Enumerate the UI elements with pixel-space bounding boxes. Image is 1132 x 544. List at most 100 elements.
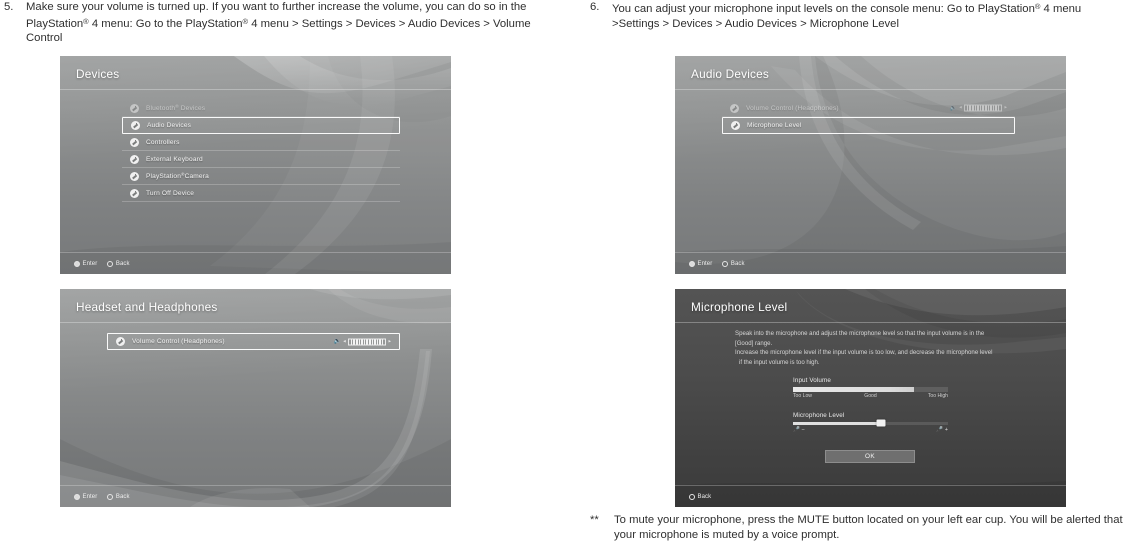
step-number: 5. [4, 1, 14, 13]
input-volume-scale: Too Low Good Too High [793, 393, 948, 401]
screen-footer-hints: Enter Back [675, 252, 1066, 274]
footer-hint-label: Enter [697, 260, 713, 267]
footer-hint-enter[interactable]: Enter [74, 493, 98, 500]
scale-label-too-low: Too Low [793, 392, 812, 399]
menu-item-volume-control-headphones[interactable]: Volume Control (Headphones) 🔈 ◂ ▸ [722, 100, 1015, 117]
chevron-left-icon[interactable]: ◂ [343, 339, 346, 344]
settings-circle-icon [731, 121, 740, 130]
menu-item-label: Audio Devices [147, 122, 192, 129]
slider-handle[interactable] [876, 419, 886, 427]
footer-hint-label: Enter [82, 493, 98, 500]
settings-circle-icon [130, 137, 139, 147]
volume-stepper[interactable]: 🔈 ◂ ▸ [334, 338, 391, 345]
footer-hint-enter[interactable]: Enter [689, 260, 713, 267]
footnote-text: To mute your microphone, press the MUTE … [614, 514, 1123, 541]
button-glyph-icon [74, 260, 80, 267]
microphone-level-description: Speak into the microphone and adjust the… [735, 329, 1035, 367]
devices-menu-list: Bluetooth® Devices Audio Devices Control… [122, 100, 400, 202]
speaker-icon: 🔈 [949, 105, 958, 111]
microphone-level-label: Microphone Level [793, 412, 845, 419]
input-volume-label: Input Volume [793, 377, 831, 384]
input-volume-track [793, 386, 948, 392]
slider-progress [793, 421, 882, 425]
scale-label-good: Good [864, 392, 877, 399]
microphone-level-slider[interactable] [793, 419, 948, 427]
menu-item-label: Controllers [146, 138, 180, 146]
title-divider [675, 89, 1066, 90]
footer-hint-back[interactable]: Back [689, 493, 712, 500]
menu-item-label: Volume Control (Headphones) [746, 104, 839, 112]
menu-item-label: Bluetooth® Devices [146, 104, 206, 112]
settings-circle-icon [131, 121, 140, 130]
settings-circle-icon [130, 103, 139, 113]
chevron-right-icon[interactable]: ▸ [388, 339, 391, 344]
menu-item-label: Volume Control (Headphones) [132, 338, 225, 345]
volume-level-bars [963, 104, 1003, 112]
menu-item-bluetooth-devices[interactable]: Bluetooth® Devices [122, 100, 400, 117]
button-glyph-icon [722, 260, 729, 267]
volume-level-bars [347, 338, 387, 345]
screen-title: Headset and Headphones [76, 300, 218, 314]
instruction-step-5: 5. Make sure your volume is turned up. I… [4, 0, 560, 46]
screenshot-audio-devices-menu: Audio Devices Volume Control (Headphones… [675, 56, 1066, 274]
footnote-marker: ** [590, 514, 599, 526]
mic-plus-icon: 🎤 + [936, 426, 948, 433]
screenshot-devices-menu: Devices Bluetooth® Devices Audio Devices… [60, 56, 451, 274]
button-glyph-icon [107, 260, 114, 267]
title-divider [675, 322, 1066, 323]
footer-hint-back[interactable]: Back [107, 260, 130, 267]
audio-devices-menu-list: Volume Control (Headphones) 🔈 ◂ ▸ Microp… [722, 100, 1015, 134]
footer-hint-label: Enter [82, 260, 98, 267]
footer-hint-back[interactable]: Back [722, 260, 745, 267]
footer-hint-label: Back [115, 260, 130, 267]
scale-label-too-high: Too High [927, 392, 948, 399]
input-volume-fill [793, 386, 914, 392]
footnote: ** To mute your microphone, press the MU… [590, 513, 1132, 542]
menu-item-microphone-level[interactable]: Microphone Level [722, 117, 1015, 134]
settings-circle-icon [130, 154, 139, 164]
screen-title: Microphone Level [691, 300, 788, 314]
menu-item-label: PlayStation®Camera [146, 172, 209, 180]
title-divider [60, 322, 451, 323]
button-glyph-icon [107, 493, 114, 500]
menu-item-label: Microphone Level [747, 122, 802, 129]
microphone-level-slider-group: Microphone Level 🎤 − 🎤 + [793, 412, 948, 436]
footer-hint-label: Back [697, 493, 712, 500]
step-number: 6. [590, 1, 600, 13]
chevron-right-icon[interactable]: ▸ [1004, 105, 1007, 111]
footer-hint-label: Back [730, 260, 745, 267]
footer-hint-enter[interactable]: Enter [74, 260, 98, 267]
screenshot-headset-and-headphones: Headset and Headphones Volume Control (H… [60, 289, 451, 507]
screenshot-microphone-level: Microphone Level Speak into the micropho… [675, 289, 1066, 507]
settings-circle-icon [130, 188, 139, 198]
screen-footer-hints: Back [675, 485, 1066, 507]
menu-item-playstation-camera[interactable]: PlayStation®Camera [122, 168, 400, 185]
description-line: if the input volume is too high. [739, 358, 820, 366]
headset-menu-list: Volume Control (Headphones) 🔈 ◂ ▸ [107, 333, 400, 350]
footer-hint-back[interactable]: Back [107, 493, 130, 500]
button-glyph-icon [689, 260, 695, 267]
step-text: Make sure your volume is turned up. If y… [26, 1, 531, 45]
mic-minus-icon: 🎤 − [793, 426, 805, 433]
menu-item-label: Turn Off Device [146, 189, 195, 197]
ok-button[interactable]: OK [825, 450, 915, 463]
settings-circle-icon [130, 171, 139, 181]
chevron-left-icon[interactable]: ◂ [959, 105, 962, 111]
footer-hint-label: Back [115, 493, 130, 500]
menu-item-turn-off-device[interactable]: Turn Off Device [122, 185, 400, 202]
menu-item-controllers[interactable]: Controllers [122, 134, 400, 151]
menu-item-volume-control-headphones[interactable]: Volume Control (Headphones) 🔈 ◂ ▸ [107, 333, 400, 350]
button-glyph-icon [74, 493, 80, 500]
menu-item-audio-devices[interactable]: Audio Devices [122, 117, 400, 134]
slider-end-icons: 🎤 − 🎤 + [793, 427, 948, 436]
title-divider [60, 89, 451, 90]
menu-item-external-keyboard[interactable]: External Keyboard [122, 151, 400, 168]
screen-title: Audio Devices [691, 67, 770, 81]
volume-stepper[interactable]: 🔈 ◂ ▸ [949, 104, 1007, 112]
description-line: Speak into the microphone and adjust the… [735, 330, 985, 337]
settings-circle-icon [116, 337, 125, 346]
speaker-icon: 🔈 [333, 338, 342, 345]
step-text: You can adjust your microphone input lev… [612, 2, 1082, 30]
input-volume-meter: Input Volume Too Low Good Too High [793, 377, 948, 401]
button-glyph-icon [689, 493, 695, 500]
